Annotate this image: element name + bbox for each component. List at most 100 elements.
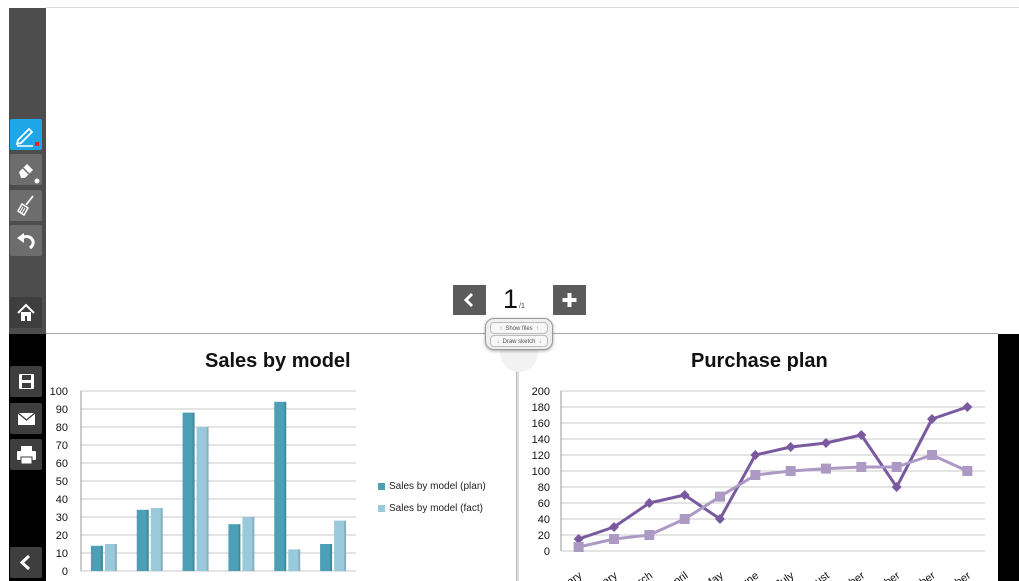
y-tick-label: 30 <box>56 512 68 524</box>
chart-legend: Sales by model (plan) Sales by model (fa… <box>378 481 486 525</box>
y-tick-label: 180 <box>532 402 550 414</box>
x-tick-label: mber <box>840 569 868 581</box>
x-tick-label: July <box>773 569 796 581</box>
document-edge <box>998 334 1019 581</box>
current-page: 1 <box>503 284 519 314</box>
bar-shade <box>160 508 163 571</box>
y-tick-label: 100 <box>50 386 68 398</box>
undo-icon <box>17 233 35 250</box>
point-marker <box>679 514 690 524</box>
legend-label: Sales by model (fact) <box>389 503 483 514</box>
y-tick-label: 10 <box>56 548 68 560</box>
add-page-button[interactable] <box>553 285 586 315</box>
clear-tool-button[interactable] <box>10 190 42 221</box>
printer-icon <box>17 446 36 465</box>
down-arrow-icon: ↓ <box>538 339 542 345</box>
chevron-left-icon <box>463 292 474 308</box>
top-divider <box>46 7 1019 8</box>
y-tick-label: 40 <box>538 514 550 526</box>
bar-shade <box>330 544 333 571</box>
y-tick-label: 40 <box>56 494 68 506</box>
collapse-toolbar-button[interactable] <box>10 547 42 578</box>
y-tick-label: 50 <box>56 476 68 488</box>
bar-shade <box>146 509 149 571</box>
broom-icon <box>17 195 34 217</box>
y-tick-label: 120 <box>532 450 550 462</box>
page-indicator: 1/1 <box>503 283 537 315</box>
up-arrow-icon: ↑ <box>535 326 539 332</box>
eraser-icon <box>19 164 40 184</box>
draw-sketch-label: Draw sketch <box>502 339 536 345</box>
bar-shade <box>192 412 195 571</box>
y-tick-label: 80 <box>56 422 68 434</box>
undo-tool-button[interactable] <box>10 225 42 256</box>
print-tool-button[interactable] <box>10 439 42 470</box>
sales-by-model-chart: Sales by model 0 10 20 30 40 50 60 70 80 90 100 Sa… <box>47 335 516 581</box>
x-tick-label: April <box>665 570 690 581</box>
envelope-icon <box>17 412 36 425</box>
bar-shade <box>206 427 209 571</box>
pen-icon <box>15 127 39 147</box>
y-tick-label: 140 <box>532 434 550 446</box>
x-tick-label: uary <box>595 569 620 581</box>
bar-shade <box>238 524 241 571</box>
y-tick-label: 20 <box>538 530 550 542</box>
point-marker <box>644 530 655 540</box>
bar-shade <box>114 544 117 571</box>
y-tick-label: 200 <box>532 386 550 398</box>
panel-toggle-handle: ↑ Show files ↑ ↓ Draw sketch ↓ <box>485 318 553 350</box>
legend-item-fact: Sales by model (fact) <box>378 503 486 525</box>
y-tick-label: 160 <box>532 418 550 430</box>
bar-shade <box>298 549 301 571</box>
draw-sketch-button[interactable]: ↓ Draw sketch ↓ <box>490 335 548 347</box>
eraser-tool-button[interactable] <box>10 154 42 185</box>
x-tick-label: May <box>702 569 726 581</box>
y-tick-label: 70 <box>56 440 68 452</box>
total-pages: /1 <box>519 303 525 310</box>
previous-page-button[interactable] <box>453 285 486 315</box>
line-chart-plot: 0 20 40 60 80 100 120 140 160 180 200 uary uary arch A… <box>532 386 985 581</box>
legend-label: Sales by model (plan) <box>389 481 486 492</box>
x-tick-label: mber <box>946 569 974 581</box>
save-tool-button[interactable] <box>10 366 42 397</box>
email-tool-button[interactable] <box>10 403 42 434</box>
x-tick-label: June <box>735 570 761 581</box>
point-marker <box>962 402 973 412</box>
legend-swatch <box>378 505 385 512</box>
plus-icon <box>562 293 577 307</box>
point-marker <box>927 450 937 460</box>
point-marker <box>785 466 796 476</box>
x-tick-label: mber <box>910 569 938 581</box>
legend-swatch <box>378 483 385 490</box>
point-marker <box>785 442 796 452</box>
x-tick-label: gust <box>808 570 832 581</box>
x-tick-label: ober <box>877 569 902 581</box>
show-files-label: Show files <box>505 326 533 332</box>
point-marker <box>821 463 831 474</box>
up-arrow-icon: ↑ <box>499 326 503 332</box>
y-tick-label: 100 <box>532 466 550 478</box>
point-marker <box>609 534 619 544</box>
y-tick-label: 20 <box>56 530 68 542</box>
pen-tool-button[interactable] <box>10 119 42 150</box>
bar-shade <box>344 520 347 571</box>
point-marker <box>856 462 867 472</box>
x-tick-label: arch <box>631 570 655 581</box>
y-tick-label: 0 <box>62 566 68 578</box>
purchase-plan-chart: Purchase plan 0 20 40 60 80 100 120 140 160 180 20… <box>519 335 998 581</box>
series-line <box>578 453 968 549</box>
home-tool-button[interactable] <box>10 297 42 328</box>
point-marker <box>573 542 584 552</box>
show-files-button[interactable]: ↑ Show files ↑ <box>490 322 548 334</box>
app-window: 1/1 Sales by model 0 10 20 30 40 50 60 70 80 90 10… <box>0 0 1019 581</box>
bar-shade <box>100 545 103 571</box>
bar-chart-plot: 0 10 20 30 40 50 60 70 80 90 100 <box>50 386 356 578</box>
point-marker <box>715 491 725 502</box>
y-tick-label: 60 <box>538 498 550 510</box>
bar-shade <box>252 517 255 571</box>
bar-shade <box>284 401 287 571</box>
point-marker <box>750 470 761 480</box>
legend-item-plan: Sales by model (plan) <box>378 481 486 503</box>
chevron-left-icon <box>19 554 31 571</box>
y-tick-label: 0 <box>544 546 550 558</box>
